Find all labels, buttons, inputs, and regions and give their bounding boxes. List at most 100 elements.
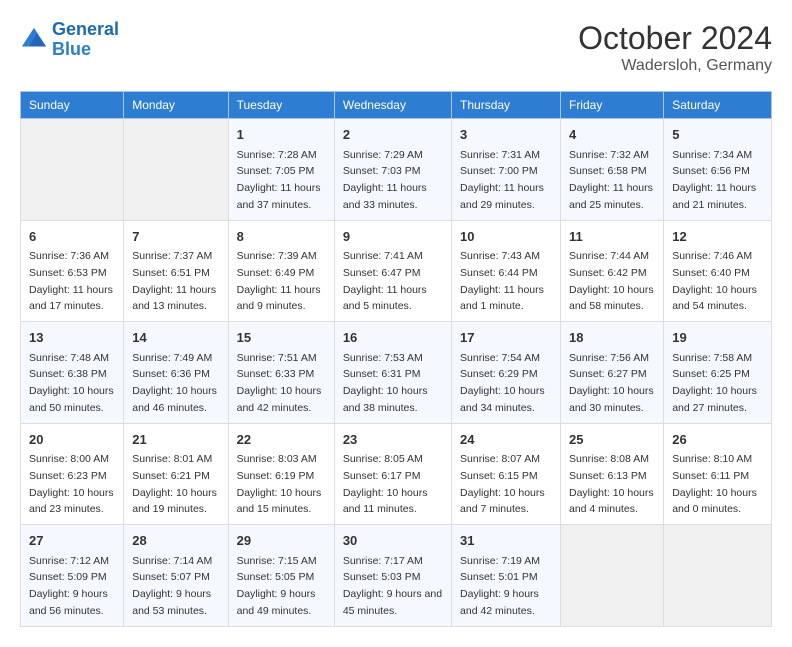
day-number: 19 — [672, 328, 763, 348]
calendar-cell: 19Sunrise: 7:58 AM Sunset: 6:25 PM Dayli… — [664, 322, 772, 424]
day-detail: Sunrise: 8:10 AM Sunset: 6:11 PM Dayligh… — [672, 453, 757, 515]
calendar-cell: 12Sunrise: 7:46 AM Sunset: 6:40 PM Dayli… — [664, 220, 772, 322]
calendar-cell: 14 Sunrise: 7:49 AM Sunset: 6:36 PM Dayli… — [124, 322, 228, 424]
day-number: 11 — [569, 227, 655, 247]
day-number: 20 — [29, 430, 115, 450]
day-number: 10 — [460, 227, 552, 247]
day-detail: Sunrise: 7:44 AM Sunset: 6:42 PM Dayligh… — [569, 250, 654, 312]
day-detail: Sunrise: 7:15 AM Sunset: 5:05 PM Dayligh… — [237, 555, 317, 617]
calendar-cell: 29 Sunrise: 7:15 AM Sunset: 5:05 PM Dayli… — [228, 525, 334, 627]
day-detail: Sunrise: 8:05 AM Sunset: 6:17 PM Dayligh… — [343, 453, 428, 515]
calendar-cell: 17Sunrise: 7:54 AM Sunset: 6:29 PM Dayli… — [452, 322, 561, 424]
day-detail: Sunrise: 7:53 AM Sunset: 6:31 PM Dayligh… — [343, 352, 428, 414]
day-detail: Sunrise: 7:34 AM Sunset: 6:56 PM Dayligh… — [672, 149, 756, 211]
calendar-cell — [560, 525, 663, 627]
calendar-cell — [21, 119, 124, 221]
calendar-cell: 15 Sunrise: 7:51 AM Sunset: 6:33 PM Dayli… — [228, 322, 334, 424]
calendar-week-row: 27 Sunrise: 7:12 AM Sunset: 5:09 PM Dayli… — [21, 525, 772, 627]
day-number: 24 — [460, 430, 552, 450]
calendar-cell: 31 Sunrise: 7:19 AM Sunset: 5:01 PM Dayli… — [452, 525, 561, 627]
calendar-week-row: 20 Sunrise: 8:00 AM Sunset: 6:23 PM Dayli… — [21, 423, 772, 525]
day-number: 12 — [672, 227, 763, 247]
weekday-header: Friday — [560, 92, 663, 119]
calendar-cell: 7 Sunrise: 7:37 AM Sunset: 6:51 PM Daylig… — [124, 220, 228, 322]
day-detail: Sunrise: 7:19 AM Sunset: 5:01 PM Dayligh… — [460, 555, 540, 617]
calendar-week-row: 1 Sunrise: 7:28 AM Sunset: 7:05 PM Daylig… — [21, 119, 772, 221]
calendar-cell: 1 Sunrise: 7:28 AM Sunset: 7:05 PM Daylig… — [228, 119, 334, 221]
calendar-cell: 6 Sunrise: 7:36 AM Sunset: 6:53 PM Daylig… — [21, 220, 124, 322]
day-detail: Sunrise: 7:14 AM Sunset: 5:07 PM Dayligh… — [132, 555, 212, 617]
calendar-cell: 5 Sunrise: 7:34 AM Sunset: 6:56 PM Daylig… — [664, 119, 772, 221]
day-number: 1 — [237, 125, 326, 145]
calendar-cell — [124, 119, 228, 221]
day-number: 2 — [343, 125, 443, 145]
calendar-cell: 3 Sunrise: 7:31 AM Sunset: 7:00 PM Daylig… — [452, 119, 561, 221]
logo: General Blue — [20, 20, 119, 60]
day-detail: Sunrise: 8:01 AM Sunset: 6:21 PM Dayligh… — [132, 453, 217, 515]
calendar-cell: 30Sunrise: 7:17 AM Sunset: 5:03 PM Dayli… — [334, 525, 451, 627]
calendar-cell: 9Sunrise: 7:41 AM Sunset: 6:47 PM Daylig… — [334, 220, 451, 322]
day-number: 3 — [460, 125, 552, 145]
day-detail: Sunrise: 8:03 AM Sunset: 6:19 PM Dayligh… — [237, 453, 322, 515]
calendar-cell: 28 Sunrise: 7:14 AM Sunset: 5:07 PM Dayli… — [124, 525, 228, 627]
logo-icon — [20, 26, 48, 54]
day-number: 6 — [29, 227, 115, 247]
calendar-table: SundayMondayTuesdayWednesdayThursdayFrid… — [20, 91, 772, 627]
weekday-header: Saturday — [664, 92, 772, 119]
day-detail: Sunrise: 7:31 AM Sunset: 7:00 PM Dayligh… — [460, 149, 544, 211]
calendar-cell: 20 Sunrise: 8:00 AM Sunset: 6:23 PM Dayli… — [21, 423, 124, 525]
day-number: 5 — [672, 125, 763, 145]
day-detail: Sunrise: 8:08 AM Sunset: 6:13 PM Dayligh… — [569, 453, 654, 515]
weekday-header: Tuesday — [228, 92, 334, 119]
calendar-cell: 18Sunrise: 7:56 AM Sunset: 6:27 PM Dayli… — [560, 322, 663, 424]
calendar-cell: 24Sunrise: 8:07 AM Sunset: 6:15 PM Dayli… — [452, 423, 561, 525]
day-detail: Sunrise: 7:51 AM Sunset: 6:33 PM Dayligh… — [237, 352, 322, 414]
calendar-cell: 26Sunrise: 8:10 AM Sunset: 6:11 PM Dayli… — [664, 423, 772, 525]
header-row: SundayMondayTuesdayWednesdayThursdayFrid… — [21, 92, 772, 119]
day-detail: Sunrise: 8:00 AM Sunset: 6:23 PM Dayligh… — [29, 453, 114, 515]
day-number: 31 — [460, 531, 552, 551]
calendar-cell: 8 Sunrise: 7:39 AM Sunset: 6:49 PM Daylig… — [228, 220, 334, 322]
day-number: 8 — [237, 227, 326, 247]
day-number: 4 — [569, 125, 655, 145]
location: Wadersloh, Germany — [578, 57, 772, 75]
calendar-cell: 4Sunrise: 7:32 AM Sunset: 6:58 PM Daylig… — [560, 119, 663, 221]
day-detail: Sunrise: 7:49 AM Sunset: 6:36 PM Dayligh… — [132, 352, 217, 414]
day-number: 28 — [132, 531, 219, 551]
day-detail: Sunrise: 7:36 AM Sunset: 6:53 PM Dayligh… — [29, 250, 113, 312]
calendar-cell: 10 Sunrise: 7:43 AM Sunset: 6:44 PM Dayli… — [452, 220, 561, 322]
day-detail: Sunrise: 7:28 AM Sunset: 7:05 PM Dayligh… — [237, 149, 321, 211]
weekday-header: Sunday — [21, 92, 124, 119]
day-number: 30 — [343, 531, 443, 551]
calendar-cell: 22 Sunrise: 8:03 AM Sunset: 6:19 PM Dayli… — [228, 423, 334, 525]
day-number: 25 — [569, 430, 655, 450]
day-detail: Sunrise: 7:39 AM Sunset: 6:49 PM Dayligh… — [237, 250, 321, 312]
month-info: October 2024 Wadersloh, Germany — [578, 20, 772, 75]
day-detail: Sunrise: 7:29 AM Sunset: 7:03 PM Dayligh… — [343, 149, 427, 211]
day-number: 23 — [343, 430, 443, 450]
calendar-cell: 11 Sunrise: 7:44 AM Sunset: 6:42 PM Dayli… — [560, 220, 663, 322]
day-number: 16 — [343, 328, 443, 348]
day-number: 27 — [29, 531, 115, 551]
weekday-header: Wednesday — [334, 92, 451, 119]
day-number: 22 — [237, 430, 326, 450]
day-number: 21 — [132, 430, 219, 450]
day-detail: Sunrise: 7:48 AM Sunset: 6:38 PM Dayligh… — [29, 352, 114, 414]
day-number: 14 — [132, 328, 219, 348]
calendar-cell: 27 Sunrise: 7:12 AM Sunset: 5:09 PM Dayli… — [21, 525, 124, 627]
day-number: 7 — [132, 227, 219, 247]
day-number: 17 — [460, 328, 552, 348]
calendar-cell — [664, 525, 772, 627]
calendar-week-row: 6 Sunrise: 7:36 AM Sunset: 6:53 PM Daylig… — [21, 220, 772, 322]
calendar-cell: 2 Sunrise: 7:29 AM Sunset: 7:03 PM Daylig… — [334, 119, 451, 221]
day-number: 29 — [237, 531, 326, 551]
weekday-header: Thursday — [452, 92, 561, 119]
calendar-cell: 13Sunrise: 7:48 AM Sunset: 6:38 PM Dayli… — [21, 322, 124, 424]
day-detail: Sunrise: 7:12 AM Sunset: 5:09 PM Dayligh… — [29, 555, 109, 617]
day-detail: Sunrise: 7:43 AM Sunset: 6:44 PM Dayligh… — [460, 250, 544, 312]
calendar-cell: 25 Sunrise: 8:08 AM Sunset: 6:13 PM Dayli… — [560, 423, 663, 525]
day-number: 15 — [237, 328, 326, 348]
day-detail: Sunrise: 7:37 AM Sunset: 6:51 PM Dayligh… — [132, 250, 216, 312]
day-number: 9 — [343, 227, 443, 247]
page-header: General Blue October 2024 Wadersloh, Ger… — [20, 20, 772, 75]
